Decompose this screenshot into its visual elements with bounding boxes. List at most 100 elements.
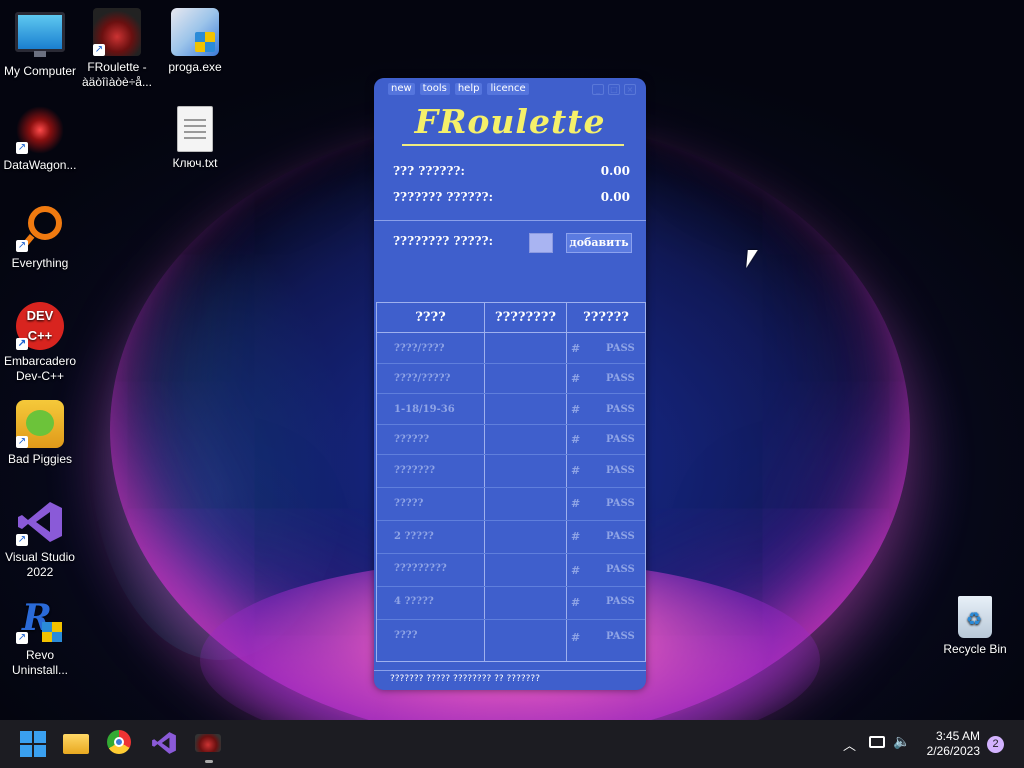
bet-name: 2 ?????	[394, 531, 434, 542]
bet-status: PASS	[606, 531, 635, 542]
recycle-bin-icon: ♻	[958, 596, 992, 638]
visual-studio-taskbar-button[interactable]	[151, 730, 179, 758]
visual-studio-icon	[152, 732, 176, 754]
desktop-icon-devcpp[interactable]: DEV C++ ↗ Embarcadero Dev-C++	[0, 302, 80, 384]
shortcut-arrow-icon: ↗	[16, 338, 28, 350]
table-header: ???? ???????? ??????	[377, 303, 645, 333]
desktop-icon-recycle-bin[interactable]: ♻ Recycle Bin	[935, 596, 1015, 657]
menu-help[interactable]: help	[454, 83, 483, 95]
number-input[interactable]	[529, 233, 553, 253]
column-header: ????	[415, 310, 446, 325]
bet-status: PASS	[606, 564, 635, 575]
desktop-icon-datawagon[interactable]: ↗ DataWagon...	[0, 106, 80, 173]
table-row[interactable]: ????????? # PASS	[377, 554, 645, 587]
divider	[374, 220, 646, 221]
desktop-icon-label: DataWagon...	[3, 158, 77, 172]
desktop-icon-froulette[interactable]: ↗ FRoulette - àäòîìàòè÷å...	[77, 8, 157, 90]
desktop-icon-proga[interactable]: proga.exe	[155, 8, 235, 75]
clock-date: 2/26/2023	[926, 744, 980, 758]
bet-name: ?????????	[394, 563, 447, 574]
desktop-icon-visual-studio[interactable]: ↗ Visual Studio 2022	[0, 498, 80, 580]
desktop-icon-key-txt[interactable]: Ключ.txt	[155, 106, 235, 171]
bet-name: ???????	[394, 465, 436, 476]
table-row[interactable]: ???? # PASS	[377, 620, 645, 660]
froulette-taskbar-button[interactable]	[195, 730, 223, 763]
bets-table: ???? ???????? ?????? ????/???? # PASS ??…	[376, 302, 646, 662]
folder-icon	[63, 734, 89, 754]
bet-status: PASS	[606, 343, 635, 354]
desktop-icon-label: My Computer	[3, 64, 77, 78]
table-row[interactable]: ????/????? # PASS	[377, 364, 645, 394]
windows-logo-icon	[20, 731, 46, 757]
revo-uninstaller-icon: R ↗	[16, 596, 64, 644]
desktop-icon-my-computer[interactable]: My Computer	[0, 8, 80, 79]
text-file-icon	[177, 106, 213, 152]
bet-name: ????/????	[394, 343, 445, 354]
stat-label: ??????? ??????:	[393, 190, 494, 204]
status-bar: ??????? ????? ???????? ?? ???????	[390, 674, 540, 684]
bet-hash: #	[571, 433, 581, 446]
close-icon[interactable]: ×	[624, 84, 636, 95]
table-row[interactable]: ??????? # PASS	[377, 455, 645, 488]
network-icon[interactable]	[869, 736, 885, 748]
taskbar: ︿ 🔈 3:45 AM 2/26/2023 2	[0, 720, 1024, 768]
bet-status: PASS	[606, 596, 635, 607]
app-menu: new tools help licence	[388, 83, 529, 95]
bet-status: PASS	[606, 373, 635, 384]
status-divider	[374, 670, 646, 671]
desktop-icon-label: Visual Studio 2022	[5, 550, 75, 579]
table-row[interactable]: 4 ????? # PASS	[377, 587, 645, 620]
menu-licence[interactable]: licence	[487, 83, 529, 95]
add-label: ???????? ?????:	[393, 234, 494, 248]
bet-name: ?????	[394, 498, 424, 509]
roulette-icon: ↗	[93, 8, 141, 56]
table-row[interactable]: ????/???? # PASS	[377, 333, 645, 364]
bet-hash: #	[571, 530, 581, 543]
volume-icon[interactable]: 🔈	[893, 734, 910, 750]
froulette-window[interactable]: new tools help licence _ □ × FRoulette ?…	[374, 78, 646, 690]
clock[interactable]: 3:45 AM 2/26/2023	[927, 729, 980, 759]
bet-status: PASS	[606, 465, 635, 476]
table-row[interactable]: ?????? # PASS	[377, 425, 645, 455]
bet-name: ????	[394, 630, 418, 641]
bet-status: PASS	[606, 434, 635, 445]
chrome-icon	[107, 730, 131, 754]
chevron-up-icon[interactable]: ︿	[843, 735, 856, 754]
desktop-icon-everything[interactable]: ↗ Everything	[0, 204, 80, 271]
bet-name: ????/?????	[394, 373, 451, 384]
table-row[interactable]: ????? # PASS	[377, 488, 645, 521]
bet-status: PASS	[606, 498, 635, 509]
add-button[interactable]: добавить	[566, 233, 632, 253]
shortcut-arrow-icon: ↗	[16, 142, 28, 154]
desktop-icon-label: Embarcadero Dev-C++	[3, 354, 77, 383]
table-row[interactable]: 1-18/19-36 # PASS	[377, 394, 645, 425]
bet-name: 4 ?????	[394, 596, 434, 607]
start-button[interactable]	[19, 730, 47, 758]
menu-new[interactable]: new	[388, 83, 415, 95]
desktop-icon-label: proga.exe	[168, 60, 222, 74]
visual-studio-icon: ↗	[16, 498, 64, 546]
menu-tools[interactable]: tools	[419, 83, 450, 95]
column-header: ????????	[495, 310, 556, 325]
maximize-icon[interactable]: □	[608, 84, 620, 95]
desktop-icon-label: FRoulette - àäòîìàòè÷å...	[82, 60, 152, 89]
table-row[interactable]: 2 ????? # PASS	[377, 521, 645, 554]
shortcut-arrow-icon: ↗	[16, 436, 28, 448]
magnifier-icon: ↗	[16, 204, 64, 252]
devcpp-icon: DEV C++ ↗	[16, 302, 64, 350]
bet-status: PASS	[606, 404, 635, 415]
shortcut-arrow-icon: ↗	[16, 240, 28, 252]
desktop-icon-bad-piggies[interactable]: ↗ Bad Piggies	[0, 400, 80, 467]
desktop-icon-revo[interactable]: R ↗ Revo Uninstall...	[0, 596, 80, 678]
minimize-icon[interactable]: _	[592, 84, 604, 95]
file-explorer-button[interactable]	[63, 730, 91, 758]
bet-hash: #	[571, 464, 581, 477]
notification-badge[interactable]: 2	[987, 736, 1004, 753]
mouse-cursor	[746, 250, 758, 268]
chrome-button[interactable]	[107, 730, 135, 758]
app-title: FRoulette	[414, 102, 606, 141]
datawagon-icon: ↗	[16, 106, 64, 154]
bet-hash: #	[571, 342, 581, 355]
bet-hash: #	[571, 564, 581, 577]
desktop-icon-label: Recycle Bin	[943, 642, 1007, 656]
